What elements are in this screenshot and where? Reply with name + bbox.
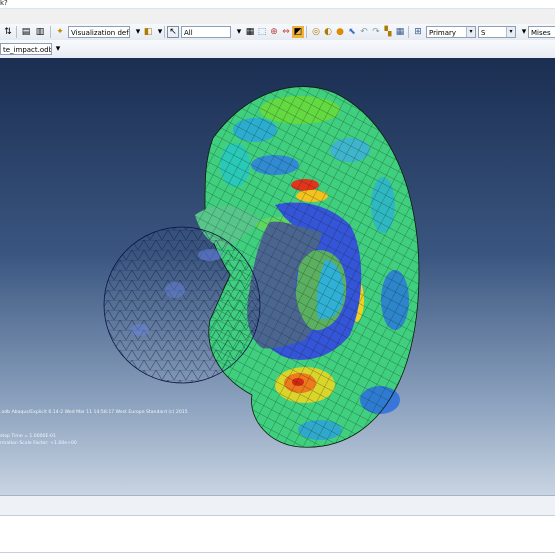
hidden-icon[interactable]: ◐ bbox=[322, 26, 334, 38]
visualization-icon[interactable]: ✦ bbox=[54, 26, 66, 38]
step-icon[interactable]: ⊞ bbox=[412, 26, 424, 38]
legend-icon[interactable]: ▚ bbox=[382, 26, 394, 38]
shaded-icon[interactable]: ● bbox=[334, 26, 346, 38]
title-bar: k? bbox=[0, 0, 555, 9]
grid-icon[interactable]: ▦ bbox=[394, 26, 406, 38]
step-primary-label: Primary bbox=[429, 29, 457, 37]
deformation-scale-text: rmation Scale Factor: +1.00e+00 bbox=[0, 441, 77, 446]
redo-icon[interactable]: ↷ bbox=[370, 26, 382, 38]
arrow-icon[interactable]: ⬉ bbox=[346, 26, 358, 38]
render-icon[interactable]: ◩ bbox=[292, 26, 304, 38]
step-primary-combo[interactable]: Primary ▾ bbox=[426, 26, 476, 38]
box-select-icon[interactable]: ⬚ bbox=[256, 26, 268, 38]
table-icon[interactable]: ▤ bbox=[20, 26, 32, 38]
sort-icon[interactable]: ⇅ bbox=[2, 26, 14, 38]
chevron-down-icon[interactable]: ▾ bbox=[52, 43, 64, 55]
wireframe-icon[interactable]: ◎ bbox=[310, 26, 322, 38]
model-viewport[interactable]: .odb Abaqus/Explicit 6.14-2 Wed Mar 11 1… bbox=[0, 58, 555, 495]
report-icon[interactable]: ▥ bbox=[34, 26, 46, 38]
odb-combo-label: te_impact.odb bbox=[3, 46, 52, 54]
options-icon[interactable]: ▦ bbox=[244, 26, 256, 38]
select-icon[interactable]: ↖ bbox=[167, 26, 179, 38]
layers-icon[interactable]: ◧ bbox=[142, 26, 154, 38]
sphere-impactor bbox=[103, 226, 261, 384]
message-area[interactable] bbox=[0, 515, 555, 556]
step-time-text: step Time = 1.0000E-01 bbox=[0, 434, 56, 439]
invariant-combo[interactable]: Mises bbox=[528, 26, 555, 38]
message-divider bbox=[0, 552, 555, 553]
visualization-combo[interactable]: Visualization defaults bbox=[68, 26, 130, 38]
cut-icon[interactable]: ⇔ bbox=[280, 26, 292, 38]
undo-icon[interactable]: ↶ bbox=[358, 26, 370, 38]
pick-icon[interactable]: ⊕ bbox=[268, 26, 280, 38]
fem-plot bbox=[103, 86, 420, 448]
main-toolbar: ⇅ ▤ ▥ ✦ Visualization defaults ▾ ◧ ▾ ↖ A… bbox=[0, 24, 555, 41]
selection-combo[interactable]: All bbox=[181, 26, 231, 38]
selection-combo-label: All bbox=[184, 29, 193, 37]
viewport-footer bbox=[0, 495, 555, 516]
odb-info-text: .odb Abaqus/Explicit 6.14-2 Wed Mar 11 1… bbox=[0, 410, 188, 415]
title-text: k? bbox=[0, 0, 8, 7]
invariant-label: Mises bbox=[531, 29, 551, 37]
context-bar: te_impact.odb ▾ bbox=[0, 40, 555, 59]
odb-combo[interactable]: te_impact.odb bbox=[0, 43, 52, 55]
variable-combo[interactable]: S ▾ bbox=[478, 26, 516, 38]
visualization-combo-label: Visualization defaults bbox=[71, 29, 129, 37]
variable-label: S bbox=[481, 29, 486, 37]
